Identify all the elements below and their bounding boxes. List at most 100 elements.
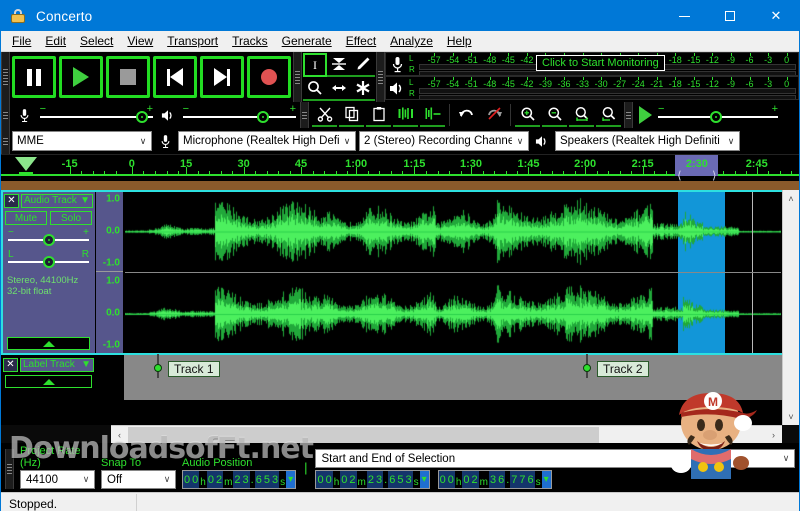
timeshift-tool[interactable] [327,77,351,101]
time-stepper[interactable]: ▾ [542,471,551,488]
scroll-up-button[interactable]: ˄ [783,190,799,207]
time-digit[interactable]: 0 [207,471,215,488]
scrollbar-thumb[interactable] [128,427,599,443]
meters-grip[interactable] [376,52,385,102]
record-button[interactable] [247,56,291,98]
zoom-in-button[interactable] [515,103,540,127]
recording-device-select[interactable]: Microphone (Realtek High Defini ∨ [178,131,356,151]
pan-slider[interactable]: L R [8,251,89,269]
tools-grip[interactable] [293,52,302,102]
label-track-body[interactable]: Track 1 Track 2 [124,355,782,400]
menu-help[interactable]: Help [440,32,479,50]
snap-to-select[interactable]: Off ∨ [101,470,176,489]
time-digit[interactable]: 0 [462,471,470,488]
menu-file[interactable]: File [5,32,38,50]
time-digit[interactable]: 3 [242,471,250,488]
right-handle-icon[interactable]: ⟩ [712,169,716,182]
menu-select[interactable]: Select [73,32,120,50]
menu-view[interactable]: View [120,32,160,50]
scrollbar-trough[interactable] [128,427,765,443]
recording-channels-select[interactable]: 2 (Stereo) Recording Channels ∨ [359,131,529,151]
transport-grip[interactable] [1,52,10,102]
vertical-scrollbar[interactable]: ˄ ˅ [782,190,799,425]
paste-button[interactable] [366,103,391,127]
time-digit[interactable]: 3 [375,471,383,488]
scroll-down-button[interactable]: ˅ [783,408,799,425]
time-digit[interactable]: 0 [316,471,324,488]
track-name-dropdown[interactable]: Audio Track ▼ [21,194,93,208]
timeline-ruler[interactable]: -1501530451:001:151:301:452:002:152:302:… [1,154,799,180]
monitoring-tooltip[interactable]: Click to Start Monitoring [536,55,665,71]
left-handle-icon[interactable]: ⟨ [677,169,681,182]
copy-button[interactable] [339,103,364,127]
play-at-speed-grip[interactable] [624,102,633,128]
close-label-track-button[interactable]: ✕ [3,358,18,372]
recording-volume-slider[interactable]: − + [40,105,153,125]
envelope-tool[interactable] [327,53,351,77]
time-digit[interactable]: 2 [215,471,223,488]
scroll-left-button[interactable]: ‹ [111,430,128,440]
label-marker[interactable] [152,360,164,376]
fit-project-button[interactable] [596,103,621,127]
playback-meter[interactable]: LR -57-54-51-48-45-42-39-36-33-30-27-24-… [385,76,799,100]
time-digit[interactable]: 3 [271,471,279,488]
close-track-button[interactable]: ✕ [4,194,19,208]
playback-device-select[interactable]: Speakers (Realtek High Definiti ∨ [555,131,740,151]
time-digit[interactable]: 0 [183,471,191,488]
draw-tool[interactable] [351,53,375,77]
time-digit[interactable]: 6 [497,471,505,488]
device-grip[interactable] [1,128,10,154]
selection-grip[interactable] [5,449,14,489]
time-digit[interactable]: 5 [396,471,404,488]
close-button[interactable]: ✕ [753,1,799,31]
selection-mode-select[interactable]: Start and End of Selection ∨ [315,449,795,468]
time-digit[interactable]: 3 [489,471,497,488]
gain-slider[interactable]: − + [8,229,89,247]
selection-end-field[interactable]: 00h02m36.776s▾ [438,470,552,489]
selection-start-field[interactable]: 00h02m23.653s▾ [315,470,429,489]
edit-grip[interactable] [300,102,309,128]
menu-generate[interactable]: Generate [275,32,339,50]
list-item[interactable]: Track 2 [597,361,649,377]
audio-track-waveform-area[interactable] [124,190,782,355]
time-digit[interactable]: 6 [388,471,396,488]
play-meter-scale[interactable]: -57-54-51-48-45-42-39-36-33-30-27-24-21-… [419,77,798,99]
collapse-label-track-button[interactable] [5,375,92,388]
time-digit[interactable]: 7 [510,471,518,488]
menu-analyze[interactable]: Analyze [383,32,440,50]
zoom-tool[interactable] [303,77,327,101]
mute-button[interactable]: Mute [5,211,47,225]
project-rate-select[interactable]: 44100 ∨ [20,470,95,489]
time-digit[interactable]: 0 [439,471,447,488]
label-marker[interactable] [581,360,593,376]
menu-transport[interactable]: Transport [160,32,225,50]
time-digit[interactable]: 6 [255,471,263,488]
waveform-channel-left[interactable] [125,191,781,272]
timeline-selection-marker[interactable]: 2:30 ⟨ ⟩ [675,155,718,176]
time-digit[interactable]: 6 [527,471,535,488]
list-item[interactable]: Track 1 [168,361,220,377]
time-digit[interactable]: 5 [263,471,271,488]
selection-tool[interactable]: I [303,53,327,77]
zoom-out-button[interactable] [542,103,567,127]
play-speed-icon[interactable] [639,106,652,124]
time-digit[interactable]: 0 [191,471,199,488]
audio-position-field[interactable]: 00h02m23.653s▾ [182,470,296,489]
pinned-play-head-icon[interactable] [15,157,37,171]
playback-volume-slider[interactable]: − + [183,105,296,125]
playback-speed-slider[interactable]: − + [658,105,778,125]
play-button[interactable] [59,56,103,98]
cut-button[interactable] [312,103,337,127]
redo-button[interactable] [481,103,506,127]
waveform-channel-right[interactable] [125,273,781,355]
time-digit[interactable]: 7 [518,471,526,488]
skip-start-button[interactable] [153,56,197,98]
audio-host-select[interactable]: MME ∨ [12,131,152,151]
stop-button[interactable] [106,56,150,98]
time-stepper[interactable]: ▾ [420,471,429,488]
horizontal-scrollbar[interactable]: ‹ › [111,425,782,443]
fit-selection-button[interactable] [569,103,594,127]
time-digit[interactable]: 2 [471,471,479,488]
silence-audio-button[interactable] [420,103,445,127]
time-digit[interactable]: 2 [367,471,375,488]
